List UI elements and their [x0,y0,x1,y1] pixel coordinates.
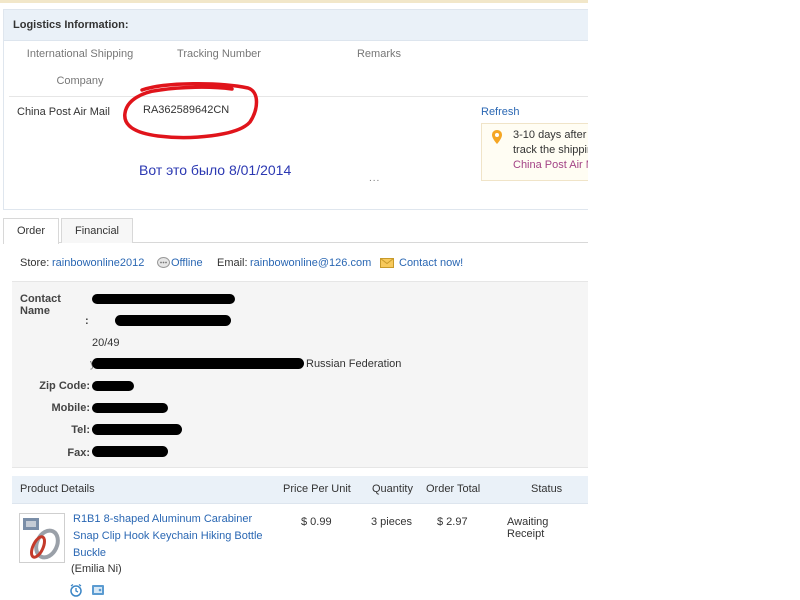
mobile-label: Mobile: [51,402,91,414]
address-number: 20/49 [92,337,120,349]
tip-line-2: track the shippin [513,144,588,156]
redaction-mark [92,403,168,413]
redaction-mark [115,315,231,326]
logistics-header: Logistics Information: [4,10,588,41]
logistics-divider [9,96,588,97]
column-shipping-company-line1: International Shipping [26,48,134,60]
unit-price: $ 0.99 [301,516,332,528]
tip-line-1: 3-10 days after th [513,129,588,141]
seller-name: (Emilia Ni) [71,563,122,575]
header-price-per-unit: Price Per Unit [283,483,351,495]
store-status[interactable]: Offline [171,257,203,269]
colon-label: : [85,315,89,327]
tracking-number-value: RA362589642CN [143,104,230,116]
header-order-total: Order Total [426,483,481,495]
order-total-value: $ 2.97 [437,516,468,528]
top-border [0,0,588,3]
redaction-mark [92,358,304,369]
order-status-value: Awaiting Receipt [507,516,549,540]
fax-label: Fax: [67,447,90,459]
product-title-line2: Snap Clip Hook Keychain Hiking Bottle [73,530,263,542]
product-title-line3: Buckle [73,547,107,559]
order-tabs: Order Financial [3,218,588,244]
email-label: Email: [217,257,248,269]
redaction-mark [92,446,168,457]
logistics-panel: Logistics Information: International Shi… [3,9,588,210]
location-pin-icon [492,130,502,144]
product-title-line1: R1B1 8-shaped Aluminum Carabiner [73,513,253,525]
zip-code-label: Zip Code: [39,380,90,392]
refresh-link[interactable]: Refresh [481,106,520,118]
store-email-link[interactable]: rainbowonline@126.com [250,257,371,269]
quantity-value: 3 pieces [371,516,412,528]
redaction-mark [92,381,134,391]
contact-now-link[interactable]: Contact now! [399,257,463,269]
redaction-mark [92,294,235,304]
column-tracking-number: Tracking Number [177,48,261,60]
shipping-tip-box: 3-10 days after th track the shippin Chi… [481,123,588,181]
contact-name-label: Contact Name [20,293,61,317]
snapshot-icon[interactable] [91,583,105,597]
product-thumbnail[interactable] [19,513,65,563]
offline-chat-icon [157,257,170,268]
column-remarks: Remarks [356,48,401,60]
alarm-clock-icon[interactable] [69,583,83,597]
logistics-title: Logistics Information: [13,19,129,31]
more-indicator: ... [369,173,381,184]
envelope-icon [380,258,394,268]
product-table-header: Product Details Price Per Unit Quantity … [12,476,588,504]
tab-order[interactable]: Order [3,218,59,244]
handwritten-note: Вот это было 8/01/2014 [139,162,292,178]
redaction-mark [92,424,182,435]
tip-carrier-link[interactable]: China Post Air Ma [513,158,588,173]
shipping-tip-text: 3-10 days after th track the shippin Chi… [513,128,588,173]
address-country: Russian Federation [306,358,402,370]
order-page: Logistics Information: International Shi… [0,0,588,600]
header-status: Status [531,483,563,495]
header-quantity: Quantity [372,483,413,495]
carabiner-image-icon [23,518,60,560]
tel-label: Tel: [71,424,90,436]
header-product-details: Product Details [20,483,95,495]
store-label: Store: [20,257,50,269]
tab-financial[interactable]: Financial [61,218,133,243]
product-title-link[interactable]: R1B1 8-shaped Aluminum Carabiner Snap Cl… [73,511,263,562]
buyer-contact-panel: Contact Name : 20/49 y Russian Federatio… [12,281,588,468]
store-name-link[interactable]: rainbowonline2012 [52,257,144,269]
carrier-name: China Post Air Mail [17,106,110,118]
